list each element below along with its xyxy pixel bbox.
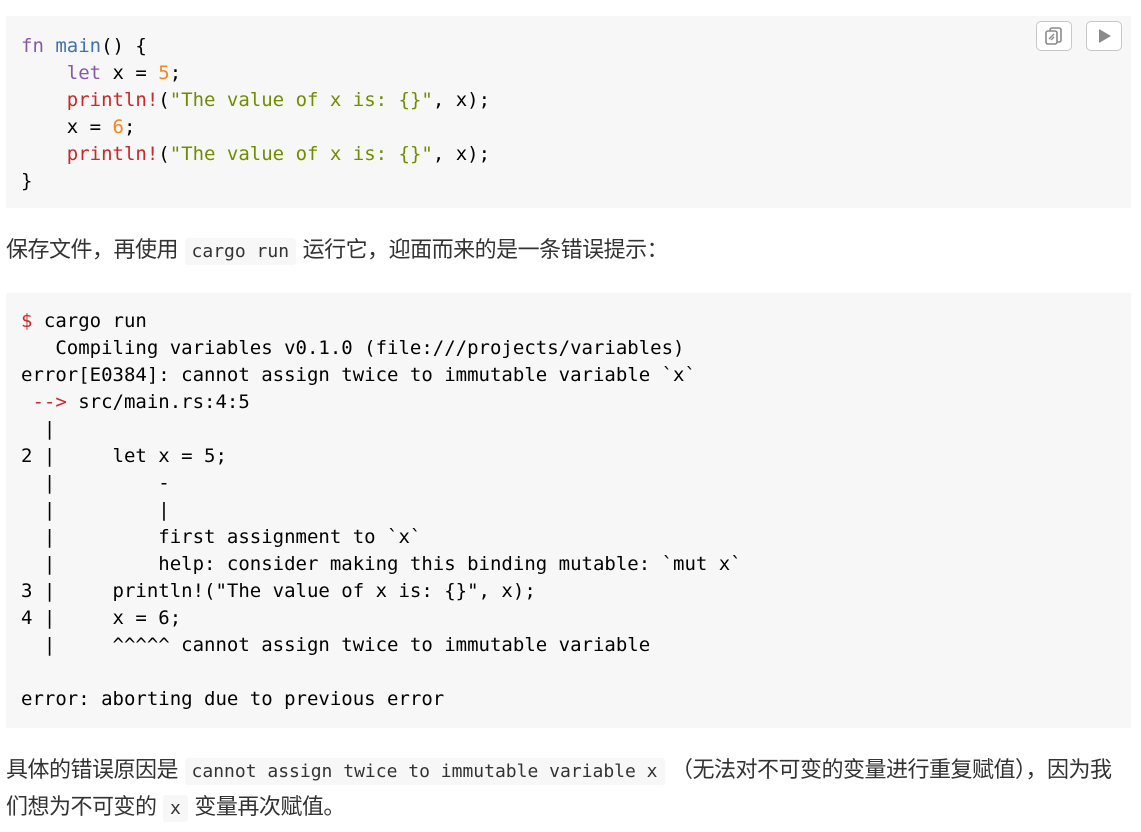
paragraph-run-instruction: 保存文件，再使用 cargo run 运行它，迎面而来的是一条错误提示： [6, 233, 1131, 270]
code-text: x = [101, 62, 159, 84]
output-line: | [21, 418, 56, 440]
output-line: Compiling variables v0.1.0 (file:///proj… [21, 337, 685, 359]
output-line: 2 | let x = 5; [21, 445, 227, 467]
code-macro: println! [66, 143, 159, 165]
code-text: , x); [432, 89, 491, 111]
code-text: ; [123, 116, 136, 138]
output-line: | first assignment to `x` [21, 526, 422, 548]
code-function-name: main [55, 35, 102, 57]
inline-code: cannot assign twice to immutable variabl… [184, 758, 665, 785]
play-icon [1099, 29, 1111, 43]
code-block-buttons [1036, 21, 1122, 51]
terminal-output-block: $ cargo run Compiling variables v0.1.0 (… [6, 293, 1131, 728]
output-line: 3 | println!("The value of x is: {}", x)… [21, 580, 536, 602]
rust-code: fn main() { let x = 5; println!("The val… [6, 16, 1131, 195]
paragraph-text: 保存文件，再使用 [6, 238, 179, 263]
paragraph-text: 具体的错误原因是 [6, 758, 179, 783]
code-keyword: let [66, 62, 102, 84]
code-string: "The value of x is: {}" [169, 89, 433, 111]
location-arrow: --> [21, 391, 67, 413]
output-line: | - [21, 472, 170, 494]
terminal-output: $ cargo run Compiling variables v0.1.0 (… [6, 293, 1131, 713]
output-line: | | [21, 499, 170, 521]
output-line: | help: consider making this binding mut… [21, 553, 742, 575]
code-number: 6 [112, 116, 124, 138]
output-line: | ^^^^^ cannot assign twice to immutable… [21, 634, 651, 656]
code-text: , x); [432, 143, 491, 165]
code-number: 5 [158, 62, 170, 84]
inline-code: x [163, 795, 188, 822]
output-line: 4 | x = 6; [21, 607, 182, 629]
copy-button[interactable] [1036, 21, 1072, 51]
code-text: () { [101, 35, 147, 57]
paragraph-error-explanation: 具体的错误原因是 cannot assign twice to immutabl… [6, 753, 1131, 827]
inline-code: cargo run [184, 238, 297, 265]
rust-code-block: fn main() { let x = 5; println!("The val… [6, 16, 1131, 208]
code-string: "The value of x is: {}" [169, 143, 433, 165]
paragraph-text: 变量再次赋值。 [194, 795, 345, 820]
output-line: error[E0384]: cannot assign twice to imm… [21, 364, 696, 386]
code-keyword: fn [21, 35, 44, 57]
code-text: ( [158, 143, 170, 165]
code-text: x = [21, 116, 113, 138]
output-line: src/main.rs:4:5 [66, 391, 250, 413]
output-line: error: aborting due to previous error [21, 688, 445, 710]
shell-command: cargo run [32, 310, 147, 332]
code-macro: println! [66, 89, 159, 111]
paragraph-text: 运行它，迎面而来的是一条错误提示： [302, 238, 669, 263]
code-text: ( [158, 89, 170, 111]
shell-prompt: $ [21, 310, 33, 332]
run-button[interactable] [1086, 21, 1122, 51]
code-text: } [21, 170, 33, 192]
code-text: ; [169, 62, 182, 84]
copy-icon [1045, 27, 1062, 45]
